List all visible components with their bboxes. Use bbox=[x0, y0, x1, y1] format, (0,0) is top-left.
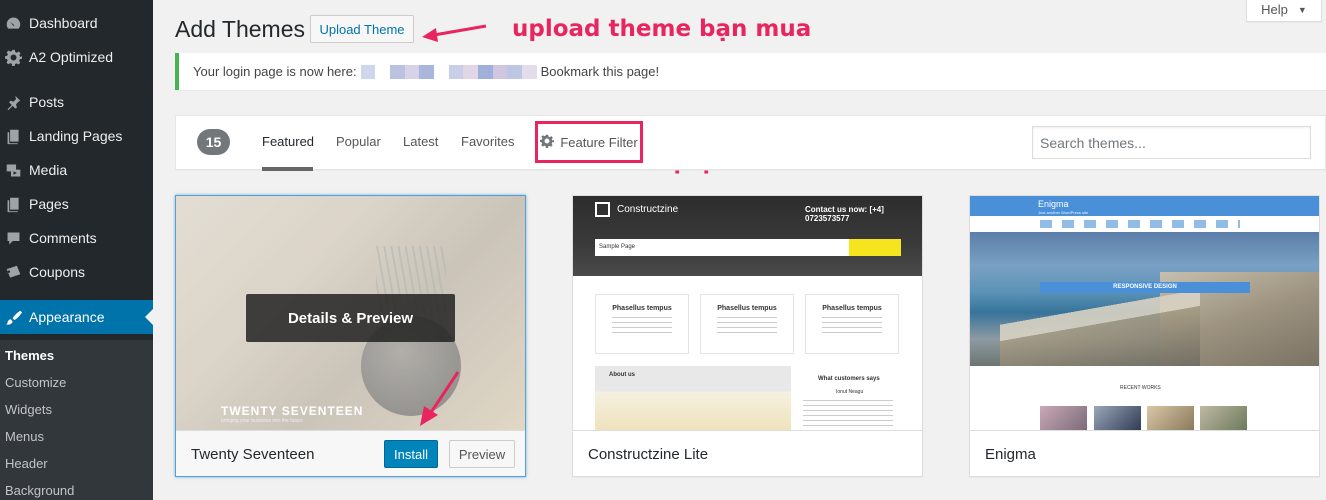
submenu-item-widgets[interactable]: Widgets bbox=[5, 402, 52, 417]
theme-count-badge: 15 bbox=[197, 129, 230, 155]
brush-icon bbox=[3, 307, 23, 327]
feature-filter-label: Feature Filter bbox=[560, 134, 638, 150]
comment-icon bbox=[3, 228, 23, 248]
theme-card-enigma[interactable]: Enigma Just another WordPress site RESPO… bbox=[969, 195, 1320, 477]
sidebar-item-a2-optimized[interactable]: A2 Optimized bbox=[0, 40, 153, 74]
theme-name: Enigma bbox=[985, 446, 1036, 463]
sidebar-item-label: Coupons bbox=[29, 264, 86, 280]
screenshot-subtitle: bringing your business into the future bbox=[221, 418, 303, 424]
sidebar-item-label: Comments bbox=[29, 230, 97, 246]
theme-card-constructzine-lite[interactable]: Constructzine Contact us now: [+4] 07235… bbox=[572, 195, 923, 477]
screenshot-logo-icon bbox=[595, 202, 610, 217]
theme-name: Twenty Seventeen bbox=[191, 446, 315, 463]
notice-prefix: Your login page is now here: bbox=[193, 64, 357, 79]
tab-featured[interactable]: Featured bbox=[262, 134, 314, 149]
sidebar-item-label: Posts bbox=[29, 94, 65, 110]
coupon-icon bbox=[3, 262, 23, 282]
sidebar-item-label: Pages bbox=[29, 196, 69, 212]
preview-button[interactable]: Preview bbox=[449, 440, 515, 468]
theme-screenshot[interactable]: TWENTY SEVENTEEN bringing your business … bbox=[176, 196, 525, 430]
theme-name: Constructzine Lite bbox=[588, 446, 709, 463]
sidebar-item-coupons[interactable]: Coupons bbox=[0, 255, 153, 289]
sidebar-item-label: Media bbox=[29, 162, 68, 178]
help-button[interactable]: Help ▼ bbox=[1246, 0, 1322, 22]
screenshot-contact: Contact us now: [+4] 0723573577 bbox=[805, 205, 884, 223]
help-label: Help bbox=[1261, 2, 1288, 17]
screenshot-brand-sub: Just another WordPress site bbox=[1038, 210, 1089, 215]
media-icon bbox=[3, 160, 23, 180]
screenshot-customers: What customers says bbox=[818, 376, 880, 382]
submenu-item-themes[interactable]: Themes bbox=[5, 348, 54, 363]
feature-filter-button[interactable]: Feature Filter bbox=[535, 121, 643, 163]
screenshot-brand: Enigma bbox=[1038, 199, 1069, 209]
theme-card-footer: Enigma bbox=[970, 430, 1319, 476]
appearance-submenu: Themes Customize Widgets Menus Header Ba… bbox=[0, 340, 153, 500]
theme-screenshot[interactable]: Constructzine Contact us now: [+4] 07235… bbox=[573, 196, 922, 430]
dashboard-icon bbox=[3, 13, 23, 33]
screenshot-logo: Constructzine bbox=[617, 204, 679, 215]
screenshot-nav: Sample Page bbox=[595, 239, 901, 256]
page-icon bbox=[3, 194, 23, 214]
submenu-item-header[interactable]: Header bbox=[5, 456, 48, 471]
redacted-url bbox=[360, 64, 537, 79]
search-themes-input[interactable] bbox=[1032, 126, 1311, 159]
notice-suffix: Bookmark this page! bbox=[540, 64, 660, 79]
sidebar-item-landing-pages[interactable]: Landing Pages bbox=[0, 119, 153, 153]
theme-screenshot[interactable]: Enigma Just another WordPress site RESPO… bbox=[970, 196, 1319, 430]
annotation-arrow-upload bbox=[422, 24, 487, 42]
tab-popular[interactable]: Popular bbox=[336, 134, 381, 149]
screenshot-column: Phasellus tempus bbox=[805, 294, 899, 354]
login-page-notice: Your login page is now here: Bookmark th… bbox=[175, 53, 1326, 90]
sidebar-item-label: A2 Optimized bbox=[29, 49, 114, 65]
pin-icon bbox=[3, 92, 23, 112]
tab-favorites[interactable]: Favorites bbox=[461, 134, 514, 149]
annotation-upload-note: upload theme bạn mua bbox=[512, 16, 812, 42]
pages-icon bbox=[3, 126, 23, 146]
gear-icon bbox=[540, 134, 555, 151]
details-preview-button[interactable]: Details & Preview bbox=[246, 294, 455, 342]
theme-card-footer: Constructzine Lite bbox=[573, 430, 922, 476]
active-tab-indicator bbox=[262, 167, 313, 171]
caret-down-icon: ▼ bbox=[1297, 4, 1307, 15]
annotation-arrow-install bbox=[420, 371, 460, 426]
sidebar-item-media[interactable]: Media bbox=[0, 153, 153, 187]
sidebar-item-pages[interactable]: Pages bbox=[0, 187, 153, 221]
screenshot-hero: RESPONSIVE DESIGN bbox=[970, 232, 1319, 366]
screenshot-hero-caption: RESPONSIVE DESIGN bbox=[1040, 282, 1250, 293]
screenshot-column: Phasellus tempus bbox=[595, 294, 689, 354]
install-button[interactable]: Install bbox=[384, 440, 438, 468]
sidebar-item-label: Appearance bbox=[29, 309, 105, 325]
screenshot-customer-name: Ionut Neagu bbox=[836, 389, 864, 395]
admin-sidebar: Dashboard A2 Optimized Posts Landing Pag… bbox=[0, 0, 153, 500]
screenshot-about: About us bbox=[595, 366, 791, 430]
sidebar-item-label: Landing Pages bbox=[29, 128, 123, 144]
submenu-item-background[interactable]: Background bbox=[5, 483, 74, 498]
sidebar-item-appearance[interactable]: Appearance bbox=[0, 300, 153, 334]
screenshot-recent: RECENT WORKS bbox=[1120, 385, 1161, 391]
submenu-item-menus[interactable]: Menus bbox=[5, 429, 44, 444]
submenu-item-customize[interactable]: Customize bbox=[5, 375, 66, 390]
screenshot-title: TWENTY SEVENTEEN bbox=[221, 404, 364, 418]
tab-latest[interactable]: Latest bbox=[403, 134, 438, 149]
sidebar-item-posts[interactable]: Posts bbox=[0, 85, 153, 119]
upload-theme-button[interactable]: Upload Theme bbox=[310, 15, 414, 43]
theme-card-twenty-seventeen[interactable]: TWENTY SEVENTEEN bringing your business … bbox=[175, 195, 526, 477]
sidebar-item-label: Dashboard bbox=[29, 15, 98, 31]
theme-filter-bar: 15 Featured Popular Latest Favorites Fea… bbox=[175, 115, 1326, 171]
sidebar-item-dashboard[interactable]: Dashboard bbox=[0, 6, 153, 40]
screenshot-column: Phasellus tempus bbox=[700, 294, 794, 354]
gear-icon bbox=[3, 47, 23, 67]
page-title: Add Themes bbox=[175, 16, 305, 42]
theme-card-footer: Twenty Seventeen Install Preview bbox=[176, 430, 525, 476]
sidebar-item-comments[interactable]: Comments bbox=[0, 221, 153, 255]
